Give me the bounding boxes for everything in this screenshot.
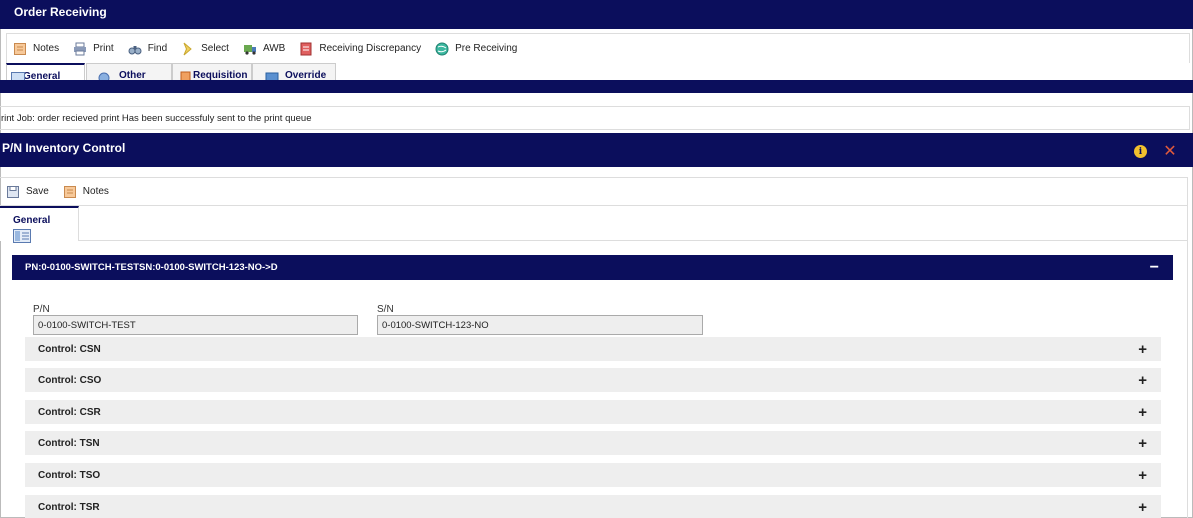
truck-icon	[243, 44, 256, 55]
awb-label: AWB	[262, 43, 286, 54]
window-title-bar: Order Receiving	[0, 0, 1193, 29]
print-message-text: rint Job: order recieved print Has been …	[1, 112, 312, 124]
print-icon	[74, 42, 87, 55]
print-message-box: rint Job: order recieved print Has been …	[0, 106, 1190, 130]
binoculars-icon	[128, 45, 142, 54]
tab-override[interactable]: Override	[252, 63, 336, 80]
save-button[interactable]: Save	[6, 185, 49, 199]
expand-icon[interactable]: +	[1138, 405, 1147, 420]
section-control-tsn[interactable]: Control: TSN +	[25, 431, 1161, 455]
print-button[interactable]: Print	[73, 42, 114, 56]
expand-icon[interactable]: +	[1138, 342, 1147, 357]
override-icon	[265, 72, 279, 80]
requisition-icon	[180, 71, 191, 80]
select-chevron-icon	[183, 42, 192, 55]
dialog-notes-label: Notes	[82, 186, 109, 197]
find-label: Find	[147, 43, 168, 54]
print-label: Print	[93, 43, 114, 54]
expand-icon[interactable]: +	[1138, 373, 1147, 388]
pre-receiving-label: Pre Receiving	[455, 43, 518, 54]
window-title: Order Receiving	[14, 5, 107, 19]
section-control-tsr[interactable]: Control: TSR +	[25, 495, 1161, 518]
close-icon[interactable]: ✕	[1161, 142, 1179, 160]
section-label: Control: TSN	[38, 437, 100, 449]
main-toolbar: Notes Print Find Select AWB Receiving Di…	[6, 33, 1190, 63]
awb-button[interactable]: AWB	[243, 42, 285, 56]
section-label: Control: TSR	[38, 501, 100, 513]
tab-general[interactable]: General	[6, 63, 85, 80]
tab-requisition[interactable]: Requisition	[172, 63, 252, 80]
find-button[interactable]: Find	[128, 42, 167, 56]
dialog-tab-general-label: General	[13, 215, 51, 226]
pn-label: P/N	[33, 304, 50, 315]
main-tab-strip: General Other Requisition Override	[6, 63, 1190, 80]
form-icon	[11, 72, 25, 80]
section-control-csr[interactable]: Control: CSR +	[25, 400, 1161, 424]
panel-header: PN:0-0100-SWITCH-TESTSN:0-0100-SWITCH-12…	[12, 255, 1173, 280]
select-label: Select	[201, 43, 229, 54]
section-control-tso[interactable]: Control: TSO +	[25, 463, 1161, 487]
dialog-toolbar: Save Notes	[0, 177, 1188, 206]
tab-requisition-label: Requisition	[193, 70, 248, 80]
collapse-icon[interactable]: −	[1150, 259, 1159, 277]
dialog-notes-button[interactable]: Notes	[63, 185, 109, 199]
notes-button[interactable]: Notes	[13, 42, 59, 56]
pn-input[interactable]	[33, 315, 358, 335]
form-icon	[13, 229, 31, 243]
dialog-title-bar: P/N Inventory Control	[0, 133, 1193, 167]
expand-icon[interactable]: +	[1138, 500, 1147, 515]
sn-input[interactable]	[377, 315, 703, 335]
sn-label: S/N	[377, 304, 394, 315]
pre-receiving-button[interactable]: Pre Receiving	[435, 42, 517, 56]
section-label: Control: TSO	[38, 469, 101, 481]
section-label: Control: CSN	[38, 343, 101, 355]
receiving-discrepancy-button[interactable]: Receiving Discrepancy	[299, 42, 421, 56]
close-icon-glyph: ✕	[1163, 143, 1177, 160]
select-button[interactable]: Select	[181, 42, 229, 56]
notes-icon	[14, 42, 26, 55]
notes-label: Notes	[33, 43, 60, 54]
panel-header-title: PN:0-0100-SWITCH-TESTSN:0-0100-SWITCH-12…	[25, 262, 278, 273]
globe-icon	[435, 42, 449, 55]
section-control-cso[interactable]: Control: CSO +	[25, 368, 1161, 392]
section-control-csn[interactable]: Control: CSN +	[25, 337, 1161, 361]
other-icon	[98, 72, 110, 80]
save-icon	[7, 185, 19, 198]
notes-icon	[63, 185, 76, 198]
dialog-title: P/N Inventory Control	[2, 141, 126, 155]
dialog-tab-divider	[0, 240, 1188, 241]
expand-icon[interactable]: +	[1138, 468, 1147, 483]
tab-content-band	[0, 80, 1193, 93]
section-label: Control: CSR	[38, 406, 101, 418]
dialog-tab-general[interactable]: General	[0, 206, 79, 243]
save-label: Save	[26, 186, 49, 197]
tab-other[interactable]: Other	[86, 63, 172, 80]
section-label: Control: CSO	[38, 374, 102, 386]
expand-icon[interactable]: +	[1138, 436, 1147, 451]
discrepancy-icon	[300, 42, 312, 55]
tab-general-label: General	[23, 71, 61, 80]
info-icon-glyph: i	[1138, 146, 1143, 157]
receiving-discrepancy-label: Receiving Discrepancy	[319, 43, 422, 54]
info-icon[interactable]: i	[1134, 145, 1147, 158]
